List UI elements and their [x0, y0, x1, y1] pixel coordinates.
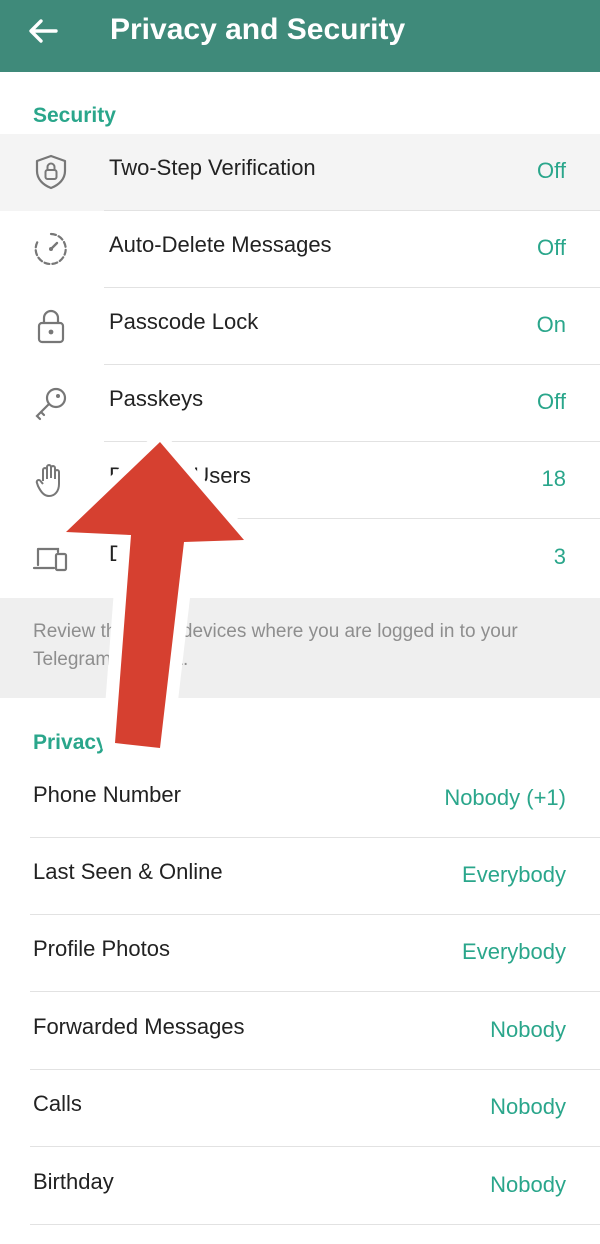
forwarded-messages-row[interactable]: Forwarded Messages Nobody — [0, 993, 600, 1070]
two-step-verification-label: Two-Step Verification — [109, 155, 316, 180]
phone-number-value: Nobody (+1) — [444, 785, 566, 810]
page-title: Privacy and Security — [110, 13, 406, 46]
devices-info-text: Review the list of devices where you are… — [33, 621, 518, 670]
app-bar: Privacy and Security — [0, 0, 600, 72]
profile-photos-value: Everybody — [462, 939, 566, 964]
passkeys-label: Passkeys — [109, 386, 204, 411]
divider — [30, 1224, 600, 1225]
blocked-users-label: Blocked Users — [109, 463, 251, 488]
auto-delete-messages-row[interactable]: Auto-Delete Messages Off — [0, 211, 600, 288]
auto-delete-messages-label: Auto-Delete Messages — [109, 232, 332, 257]
divider — [104, 518, 600, 519]
passcode-lock-label: Passcode Lock — [109, 309, 259, 334]
birthday-row[interactable]: Birthday Nobody — [0, 1148, 600, 1225]
last-seen-label: Last Seen & Online — [33, 859, 223, 884]
devices-icon — [32, 547, 68, 572]
blocked-users-row[interactable]: Blocked Users 18 — [0, 442, 600, 519]
padlock-icon — [37, 309, 65, 344]
last-seen-row[interactable]: Last Seen & Online Everybody — [0, 838, 600, 915]
hand-icon — [35, 464, 60, 497]
birthday-value: Nobody — [490, 1172, 566, 1197]
divider — [30, 1146, 600, 1147]
phone-number-label: Phone Number — [33, 782, 181, 807]
last-seen-value: Everybody — [462, 862, 566, 887]
key-icon — [35, 387, 67, 421]
timer-icon — [34, 232, 67, 266]
auto-delete-messages-value: Off — [537, 235, 566, 260]
phone-number-row[interactable]: Phone Number Nobody (+1) — [0, 761, 600, 838]
passkeys-value: Off — [537, 389, 566, 414]
blocked-users-value: 18 — [541, 466, 566, 491]
passkeys-row[interactable]: Passkeys Off — [0, 365, 600, 442]
shield-lock-icon — [35, 154, 67, 190]
back-arrow-icon[interactable] — [26, 14, 60, 48]
passcode-lock-row[interactable]: Passcode Lock On — [0, 288, 600, 365]
privacy-section-heading: Privacy — [33, 731, 108, 754]
devices-label: Devices — [109, 541, 188, 566]
devices-info-box: Review the list of devices where you are… — [0, 598, 600, 698]
birthday-label: Birthday — [33, 1169, 114, 1194]
profile-photos-row[interactable]: Profile Photos Everybody — [0, 915, 600, 992]
calls-label: Calls — [33, 1091, 82, 1116]
forwarded-messages-value: Nobody — [490, 1017, 566, 1042]
forwarded-messages-label: Forwarded Messages — [33, 1014, 245, 1039]
two-step-verification-row[interactable]: Two-Step Verification Off — [0, 134, 600, 211]
calls-row[interactable]: Calls Nobody — [0, 1070, 600, 1147]
calls-value: Nobody — [490, 1094, 566, 1119]
security-section-heading: Security — [33, 104, 116, 127]
passcode-lock-value: On — [536, 312, 566, 337]
profile-photos-label: Profile Photos — [33, 936, 170, 961]
two-step-verification-value: Off — [537, 158, 566, 183]
devices-value: 3 — [553, 544, 566, 569]
divider — [30, 991, 600, 992]
devices-row[interactable]: Devices 3 — [0, 520, 600, 597]
